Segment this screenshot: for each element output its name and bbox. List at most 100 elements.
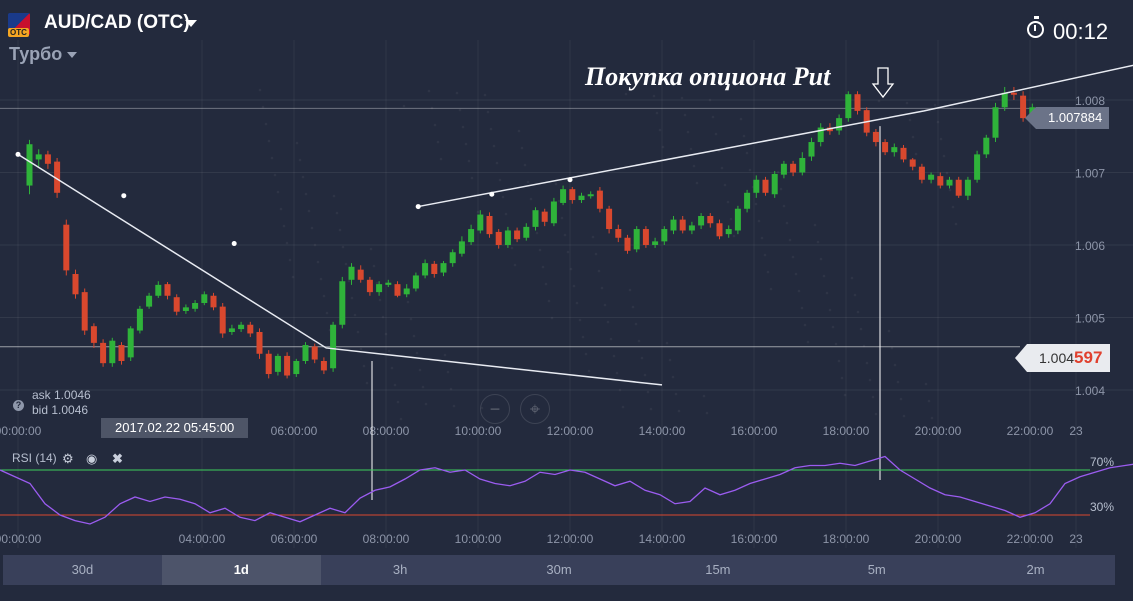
map-dot	[788, 238, 792, 242]
map-dot	[797, 289, 801, 293]
bullish-candle	[440, 263, 447, 273]
map-dot	[628, 288, 632, 292]
map-dot	[276, 190, 280, 194]
timeframe-15m[interactable]: 15m	[638, 555, 797, 585]
map-dot	[322, 294, 326, 298]
map-dot	[285, 241, 289, 245]
bearish-candle	[44, 154, 51, 164]
bearish-candle	[366, 279, 373, 293]
bullish-candle	[504, 230, 511, 245]
help-icon[interactable]: ?	[13, 400, 24, 411]
map-dot	[757, 219, 761, 223]
zoom-out-icon[interactable]: −	[480, 394, 510, 424]
asset-pair-title[interactable]: AUD/CAD (OTC)	[44, 12, 190, 34]
crosshair-icon[interactable]: ⌖	[520, 394, 550, 424]
bullish-candle	[403, 288, 410, 295]
map-dot	[513, 263, 517, 267]
map-dot	[412, 334, 416, 338]
map-dot	[655, 111, 659, 115]
bullish-candle	[670, 219, 677, 231]
map-dot	[822, 274, 826, 278]
bearish-candle	[164, 284, 171, 296]
bullish-candle	[136, 308, 143, 331]
map-dot	[643, 373, 647, 377]
map-dot	[288, 258, 292, 262]
map-dot	[436, 140, 440, 144]
map-dot	[652, 94, 656, 98]
map-dot	[828, 308, 832, 312]
bearish-candle	[642, 229, 649, 245]
timeframe-30d[interactable]: 30d	[3, 555, 162, 585]
map-dot	[433, 123, 437, 127]
map-dot	[547, 299, 551, 303]
map-dot	[930, 416, 934, 420]
map-dot	[763, 253, 767, 257]
map-dot	[396, 400, 400, 404]
gear-icon[interactable]: ⚙	[62, 451, 74, 467]
close-icon[interactable]: ✖	[112, 451, 123, 467]
rsi-x-tick-label: 18:00:00	[823, 532, 870, 546]
timeframe-5m[interactable]: 5m	[797, 555, 956, 585]
bullish-candle	[182, 307, 189, 311]
bullish-candle	[192, 303, 199, 309]
bullish-candle	[780, 163, 787, 175]
map-dot	[301, 175, 305, 179]
y-tick-label: 1.005	[1075, 312, 1105, 326]
currency-flag-icon[interactable]: OTC	[8, 13, 30, 37]
map-dot	[575, 301, 579, 305]
map-dot	[424, 402, 428, 406]
map-dot	[646, 390, 650, 394]
x-tick-label: 14:00:00	[639, 424, 686, 438]
bearish-candle	[63, 224, 70, 271]
bullish-candle	[661, 229, 668, 242]
bullish-candle	[274, 355, 281, 372]
map-dot	[816, 240, 820, 244]
map-dot	[837, 359, 841, 363]
map-dot	[948, 188, 952, 192]
map-dot	[908, 118, 912, 122]
map-dot	[439, 157, 443, 161]
map-dot	[785, 221, 789, 225]
map-dot	[745, 151, 749, 155]
map-dot	[800, 306, 804, 310]
trading-chart-app: 1.008 1.007 1.006 1.005 1.004 00:00:00 00:00:0…	[0, 0, 1133, 601]
map-dot	[535, 231, 539, 235]
map-dot	[418, 368, 422, 372]
crosshair-date-label: 2017.02.22 05:45:00	[101, 418, 249, 438]
map-dot	[584, 352, 588, 356]
timeframe-30m[interactable]: 30m	[480, 555, 639, 585]
stopwatch-icon	[1027, 16, 1044, 38]
map-dot	[282, 224, 286, 228]
map-dot	[658, 128, 662, 132]
bullish-candle	[302, 345, 309, 361]
x-tick-label: 12:00:00	[547, 424, 594, 438]
trade-mode-label[interactable]: Турбо	[9, 44, 62, 65]
map-dot	[954, 222, 958, 226]
map-dot	[316, 260, 320, 264]
map-dot	[803, 323, 807, 327]
price-chart[interactable]: 1.008 1.007 1.006 1.005 1.004 00:00:00 00:00:0…	[0, 0, 1133, 601]
map-dot	[529, 197, 533, 201]
timeframe-2m[interactable]: 2m	[956, 555, 1115, 585]
bearish-candle	[320, 361, 327, 371]
map-dot	[279, 207, 283, 211]
timeframe-3h[interactable]: 3h	[321, 555, 480, 585]
map-dot	[295, 141, 299, 145]
bullish-candle	[376, 284, 383, 293]
timeframe-1d[interactable]: 1d	[161, 555, 321, 585]
chevron-down-icon[interactable]	[185, 20, 197, 27]
bullish-candle	[946, 179, 953, 186]
rsi-x-tick-label: 16:00:00	[731, 532, 778, 546]
map-dot	[942, 154, 946, 158]
chevron-down-icon[interactable]	[67, 52, 77, 58]
bullish-candle	[385, 282, 392, 285]
countdown-timer: 00:12	[1053, 19, 1109, 44]
map-dot	[572, 284, 576, 288]
eye-icon[interactable]: ◉	[86, 451, 97, 467]
map-dot	[825, 291, 829, 295]
map-dot	[486, 110, 490, 114]
x-tick-label: 18:00:00	[823, 424, 870, 438]
map-dot	[560, 216, 564, 220]
map-dot	[702, 394, 706, 398]
bullish-candle	[799, 158, 806, 173]
